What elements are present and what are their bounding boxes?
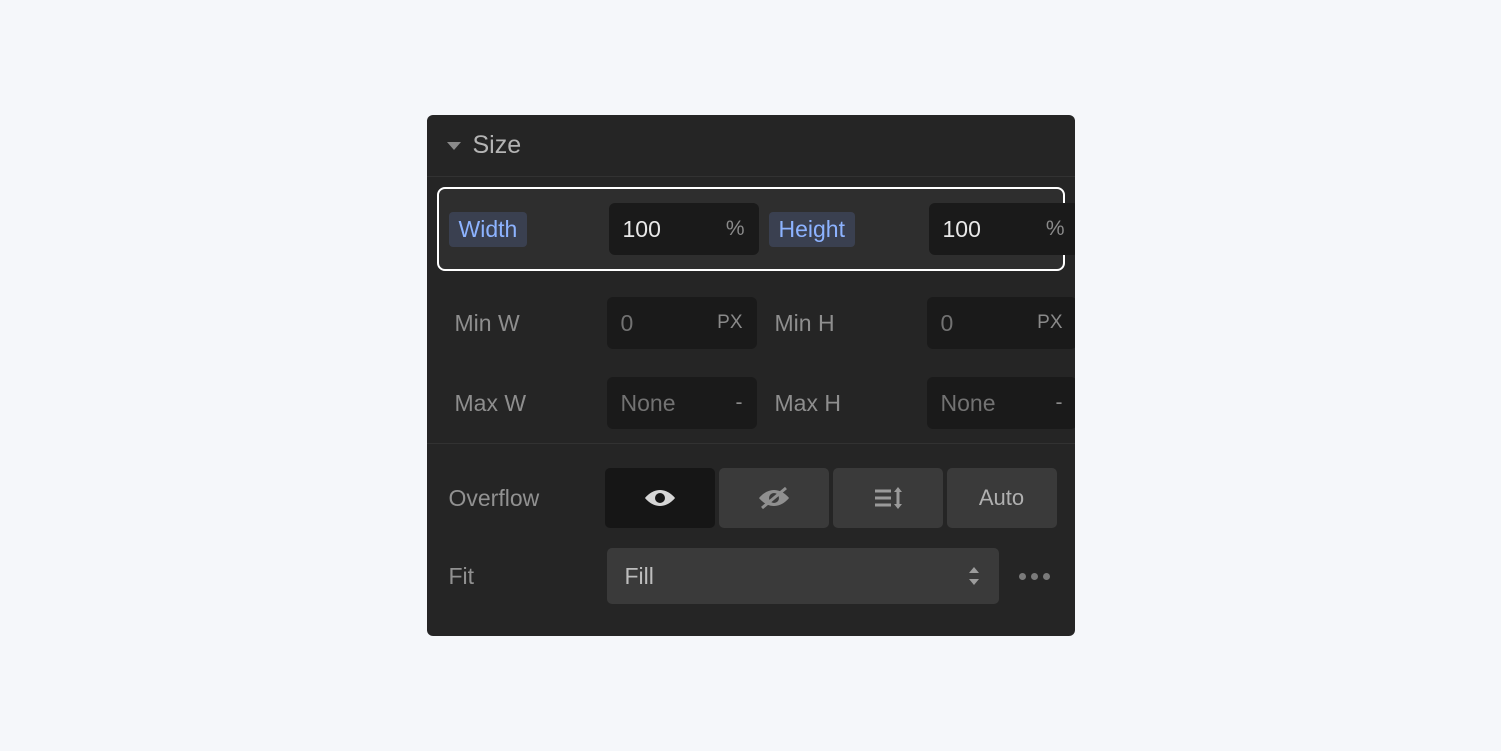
- eye-icon: [642, 486, 678, 510]
- max-height-input[interactable]: None -: [927, 377, 1075, 429]
- overflow-auto-button[interactable]: Auto: [947, 468, 1057, 528]
- min-width-unit[interactable]: PX: [717, 312, 742, 334]
- overflow-segmented-control: Auto: [605, 468, 1057, 528]
- height-input[interactable]: 100 %: [929, 203, 1075, 255]
- height-label[interactable]: Height: [769, 212, 855, 247]
- max-height-placeholder: None: [941, 390, 996, 417]
- dot-icon: [1019, 573, 1026, 580]
- collapse-triangle-icon: [447, 142, 461, 150]
- section-title: Size: [473, 131, 522, 160]
- fit-more-button[interactable]: [1013, 573, 1057, 580]
- overflow-scroll-button[interactable]: [833, 468, 943, 528]
- width-value: 100: [623, 216, 661, 243]
- overflow-visible-button[interactable]: [605, 468, 715, 528]
- dot-icon: [1043, 573, 1050, 580]
- height-value: 100: [943, 216, 981, 243]
- min-height-input[interactable]: 0 PX: [927, 297, 1075, 349]
- size-options: Overflow: [427, 444, 1075, 636]
- min-width-label[interactable]: Min W: [447, 310, 597, 337]
- eye-slash-icon: [756, 486, 792, 510]
- height-unit[interactable]: %: [1046, 217, 1065, 241]
- fit-select[interactable]: Fill: [607, 548, 999, 604]
- fit-label: Fit: [445, 563, 593, 590]
- scroll-icon: [871, 485, 905, 511]
- max-height-label[interactable]: Max H: [767, 390, 917, 417]
- min-width-input[interactable]: 0 PX: [607, 297, 757, 349]
- overflow-auto-label: Auto: [979, 485, 1024, 511]
- size-fields: Width 100 % Height 100 % Min W 0 PX Min …: [427, 176, 1075, 444]
- max-width-placeholder: None: [621, 390, 676, 417]
- max-width-label[interactable]: Max W: [447, 390, 597, 417]
- min-width-placeholder: 0: [621, 310, 634, 337]
- size-panel: Size Width 100 % Height 100 % Min W 0 PX: [427, 115, 1075, 636]
- overflow-label: Overflow: [445, 485, 591, 512]
- width-label[interactable]: Width: [449, 212, 528, 247]
- overflow-hidden-button[interactable]: [719, 468, 829, 528]
- min-height-placeholder: 0: [941, 310, 954, 337]
- min-height-label[interactable]: Min H: [767, 310, 917, 337]
- width-unit[interactable]: %: [726, 217, 745, 241]
- max-height-unit[interactable]: -: [1056, 391, 1063, 415]
- min-height-unit[interactable]: PX: [1037, 312, 1062, 334]
- size-section-header[interactable]: Size: [427, 115, 1075, 176]
- max-width-unit[interactable]: -: [736, 391, 743, 415]
- select-chevrons-icon: [967, 565, 981, 587]
- max-width-input[interactable]: None -: [607, 377, 757, 429]
- dot-icon: [1031, 573, 1038, 580]
- width-height-group: Width 100 % Height 100 %: [437, 187, 1065, 271]
- width-input[interactable]: 100 %: [609, 203, 759, 255]
- fit-value: Fill: [625, 563, 654, 590]
